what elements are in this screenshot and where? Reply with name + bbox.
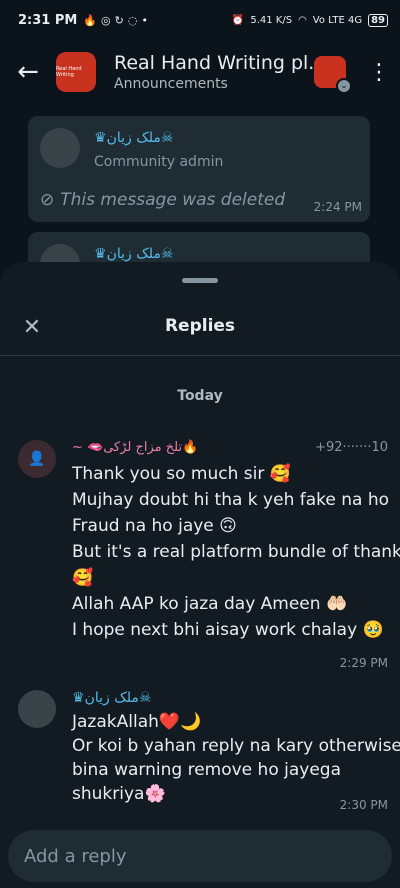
sheet-title: Replies bbox=[164, 316, 236, 336]
reply-message[interactable]: 👤 ~ 🫦تلخ مزاج لڑکی🔥 +92·······10 Thank y… bbox=[18, 440, 400, 672]
sender-name: ♛ملک زیان☠ bbox=[72, 690, 152, 706]
prohibited-icon: ⊘ bbox=[40, 190, 55, 210]
message-body: JazakAllah❤️🌙 Or koi b yahan reply na ka… bbox=[72, 710, 400, 806]
group-subtitle: Announcements bbox=[114, 76, 228, 92]
fire-icon: 🔥 bbox=[83, 13, 98, 27]
group-avatar[interactable]: Real Hand Writing bbox=[56, 52, 96, 92]
sender-name: ♛ملک زیان☠ bbox=[94, 246, 174, 262]
dot-icon: • bbox=[141, 13, 148, 27]
wifi-icon: ◠ bbox=[298, 14, 307, 26]
back-arrow-icon[interactable]: ← bbox=[0, 40, 56, 104]
replies-sheet: ✕ Replies Today 👤 ~ 🫦تلخ مزاج لڑکی🔥 +92·… bbox=[0, 262, 400, 888]
message-line: I hope next bhi aisay work chalay 🥹 bbox=[72, 620, 384, 640]
sender-phone: +92·······10 bbox=[315, 440, 388, 455]
message-line: Fraud na ho jaye 🙃 bbox=[72, 516, 237, 536]
sender-name: ♛ملک زیان☠ bbox=[94, 130, 174, 146]
net-speed: 5.41 K/S bbox=[250, 14, 293, 26]
message-line: Mujhay doubt hi tha k yeh fake na ho bbox=[72, 490, 390, 510]
more-options-icon[interactable]: ⋮ bbox=[364, 60, 394, 85]
message-line: Thank you so much sir 🥰 bbox=[72, 464, 291, 484]
chevron-down-icon: ⌄ bbox=[336, 78, 352, 94]
status-right: ⏰ 5.41 K/S ◠ Vo LTE 4G 89 bbox=[231, 13, 388, 27]
app-header: ← Real Hand Writing Real Hand Writing pl… bbox=[0, 40, 400, 104]
message-line: 🥰 bbox=[72, 568, 94, 588]
reply-input-bar[interactable] bbox=[8, 830, 392, 882]
community-avatar[interactable]: ⌄ bbox=[314, 56, 352, 94]
message-time: 2:30 PM bbox=[339, 798, 388, 812]
message-line: Allah AAP ko jaza day Ameen 🤲🏻 bbox=[72, 594, 348, 614]
person-icon: 👤 bbox=[28, 451, 46, 467]
message-body: Thank you so much sir 🥰 Mujhay doubt hi … bbox=[72, 461, 400, 643]
header-titles[interactable]: Real Hand Writing pl... Announcements bbox=[114, 52, 314, 92]
message-time: 2:29 PM bbox=[339, 656, 388, 670]
message-line: Or koi b yahan reply na kary otherwise bbox=[72, 736, 400, 756]
sheet-header: ✕ Replies bbox=[0, 302, 400, 356]
message-content: ~ 🫦تلخ مزاج لڑکی🔥 +92·······10 Thank you… bbox=[72, 440, 400, 670]
notification-icons: 🔥 ◎ ↻ ◌ • bbox=[83, 14, 148, 27]
alarm-icon: ⏰ bbox=[231, 14, 245, 26]
deleted-message-bubble[interactable]: ♛ملک زیان☠ Community admin ⊘ This messag… bbox=[28, 116, 370, 222]
avatar[interactable] bbox=[40, 128, 80, 168]
snapchat-icon: ◌ bbox=[127, 13, 138, 27]
drag-handle[interactable] bbox=[182, 278, 218, 283]
day-separator: Today bbox=[177, 388, 223, 404]
sync-icon: ↻ bbox=[114, 13, 124, 27]
status-bar: 2:31 PM 🔥 ◎ ↻ ◌ • ⏰ 5.41 K/S ◠ Vo LTE 4G… bbox=[0, 0, 400, 40]
message-time: 2:24 PM bbox=[313, 200, 362, 214]
message-line: But it's a real platform bundle of thank… bbox=[72, 542, 400, 562]
whatsapp-icon: ◎ bbox=[101, 13, 111, 27]
sender-role: Community admin bbox=[94, 154, 224, 170]
message-content: ♛ملک زیان☠ JazakAllah❤️🌙 Or koi b yahan … bbox=[72, 690, 400, 812]
reply-message[interactable]: ♛ملک زیان☠ JazakAllah❤️🌙 Or koi b yahan … bbox=[18, 690, 400, 820]
group-title: Real Hand Writing pl... bbox=[114, 52, 314, 74]
avatar[interactable]: 👤 bbox=[18, 440, 56, 478]
reply-input[interactable] bbox=[24, 845, 392, 867]
network-label: Vo LTE 4G bbox=[312, 14, 363, 26]
status-time: 2:31 PM bbox=[18, 12, 78, 28]
message-line: bina warning remove ho jayega bbox=[72, 760, 341, 780]
deleted-text: This message was deleted bbox=[60, 190, 286, 210]
deleted-message: ⊘ This message was deleted bbox=[40, 190, 285, 210]
group-logo-text: Real Hand Writing bbox=[56, 66, 82, 78]
avatar[interactable] bbox=[18, 690, 56, 728]
message-line: JazakAllah❤️🌙 bbox=[72, 712, 202, 732]
battery-level: 89 bbox=[368, 13, 388, 27]
